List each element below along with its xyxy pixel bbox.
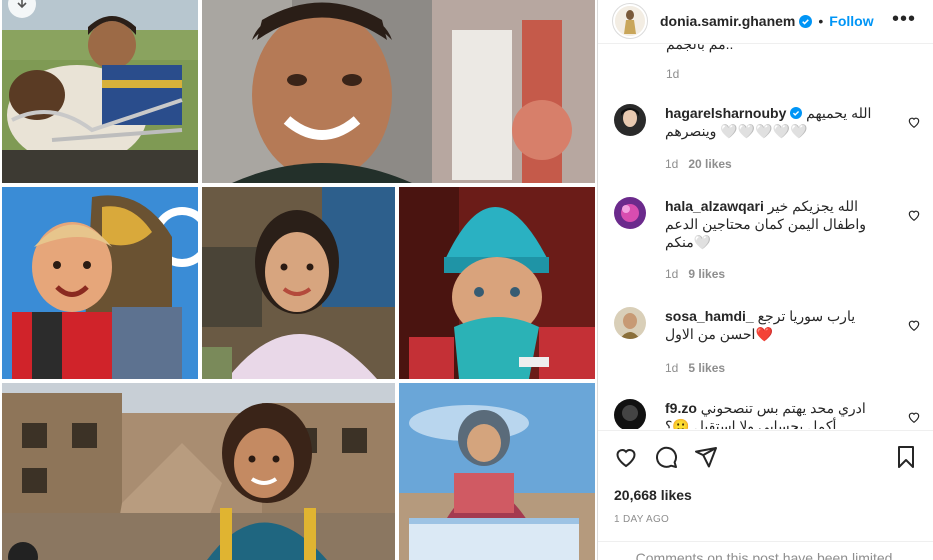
commenter-username[interactable]: f9.zo — [665, 400, 697, 416]
comment-meta: 1d 5 likes — [665, 361, 725, 375]
commenter-username[interactable]: sosa_hamdi_ — [665, 308, 754, 324]
author-username[interactable]: donia.samir.ghanem — [660, 13, 795, 29]
post-timestamp: 1 DAY AGO — [614, 514, 670, 525]
photo-girl-with-box — [399, 383, 595, 560]
post-header: donia.samir.ghanem • Follow ••• — [598, 0, 933, 42]
comment-meta: 1d 9 likes — [665, 267, 725, 281]
photo-girl-in-ruins — [2, 383, 395, 560]
comment-time[interactable]: 1d — [665, 267, 678, 281]
comment-heart-icon[interactable] — [907, 318, 921, 332]
verified-badge-icon — [799, 14, 813, 28]
commenter-avatar[interactable] — [614, 399, 646, 429]
comment-meta: 1d 20 likes — [665, 157, 732, 171]
comment-likes[interactable]: 5 likes — [688, 361, 725, 375]
post-actions-bar: 20,668 likes 1 DAY AGO Comments on this … — [598, 430, 933, 560]
commenter-username[interactable]: hagarelsharnouby — [665, 105, 786, 121]
post-image-collage[interactable] — [0, 0, 597, 560]
author-avatar[interactable] — [612, 3, 648, 39]
commenter-avatar[interactable] — [614, 104, 646, 136]
commenter-avatar[interactable] — [614, 307, 646, 339]
comment-heart-icon[interactable] — [907, 208, 921, 222]
caption-text-fragment: ..مم بالجمم — [666, 43, 734, 52]
heart-icon[interactable] — [614, 445, 638, 469]
commenter-username[interactable]: hala_alzawqari — [665, 198, 764, 214]
comment-heart-icon[interactable] — [907, 410, 921, 424]
separator-dot: • — [818, 13, 824, 29]
photo-boy-with-lamb — [2, 0, 198, 183]
photo-toddler-with-mother — [2, 187, 198, 379]
comments-limited-notice: Comments on this post have been limited. — [598, 541, 933, 560]
follow-button[interactable]: Follow — [829, 13, 873, 29]
likes-count[interactable]: 20,668 likes — [614, 487, 692, 503]
share-icon[interactable] — [694, 445, 718, 469]
comment-heart-icon[interactable] — [907, 115, 921, 129]
photo-smiling-girl — [202, 187, 395, 379]
comment-time[interactable]: 1d — [665, 157, 678, 171]
bookmark-icon[interactable] — [894, 445, 918, 469]
instagram-post-view: donia.samir.ghanem • Follow ••• ..مم بال… — [0, 0, 933, 560]
photo-boy-blue-hat — [399, 187, 595, 379]
action-icons-group — [614, 445, 718, 469]
comment-likes[interactable]: 20 likes — [688, 157, 731, 171]
comment-time[interactable]: 1d — [665, 361, 678, 375]
commenter-avatar[interactable] — [614, 197, 646, 229]
comment-icon[interactable] — [654, 445, 678, 469]
photo-smiling-boy — [202, 0, 595, 183]
more-options-icon[interactable]: ••• — [892, 8, 916, 31]
post-sidebar: donia.samir.ghanem • Follow ••• ..مم بال… — [597, 0, 933, 560]
caption-timestamp[interactable]: 1d — [666, 67, 679, 81]
comment-likes[interactable]: 9 likes — [688, 267, 725, 281]
comments-list[interactable]: ..مم بالجمم 1d hagarelsharnouby الله يحم… — [598, 43, 933, 429]
verified-badge-icon — [790, 105, 803, 121]
